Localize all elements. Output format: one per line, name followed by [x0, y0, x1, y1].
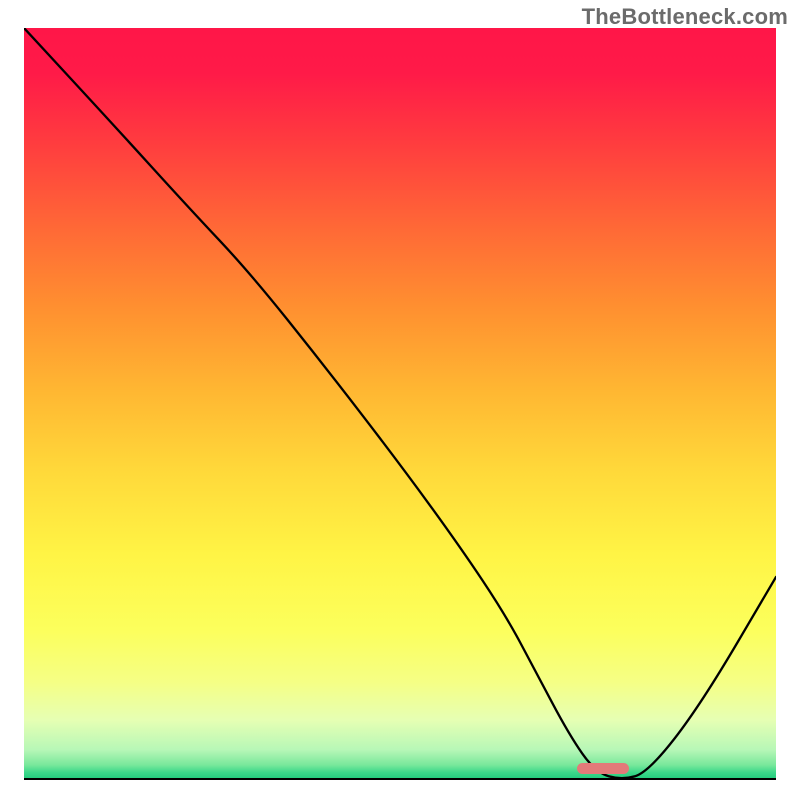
chart-container: TheBottleneck.com: [0, 0, 800, 800]
bottleneck-curve: [24, 28, 776, 780]
plot-area: [24, 28, 776, 780]
optimal-range-marker: [577, 763, 630, 774]
watermark-text: TheBottleneck.com: [582, 4, 788, 30]
x-axis-baseline: [24, 778, 776, 780]
